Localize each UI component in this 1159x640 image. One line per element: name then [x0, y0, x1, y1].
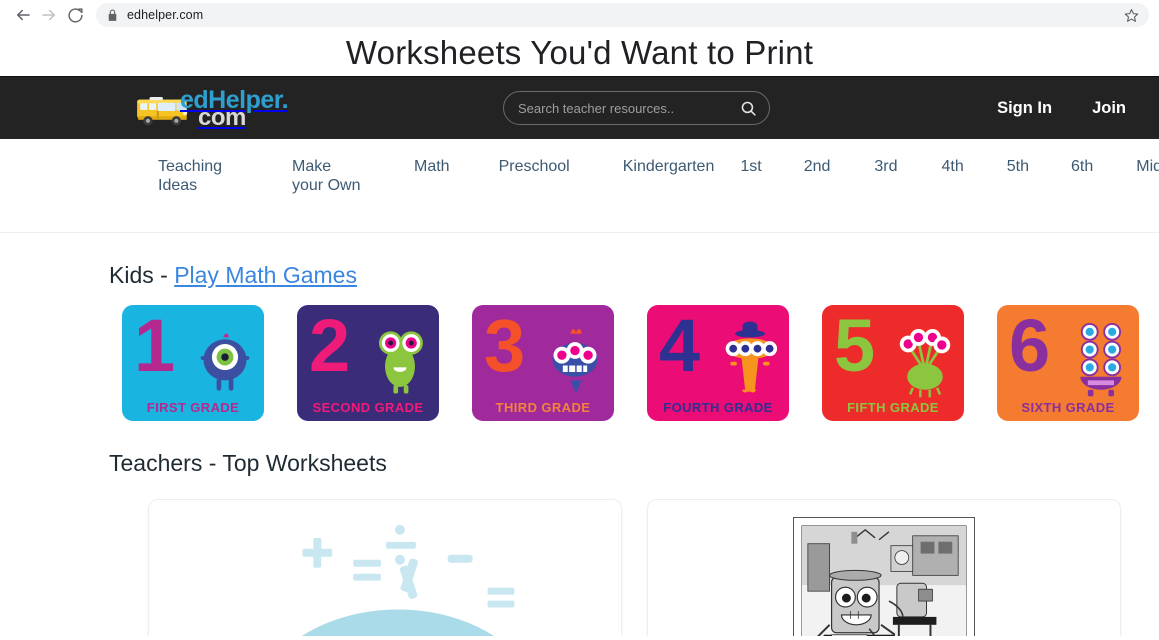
worksheet-card-row: My Name: New Version Skip 3 Pages! Chall…: [148, 499, 1159, 636]
forward-button[interactable]: [36, 2, 62, 28]
nav-item-3rd[interactable]: 3rd: [874, 158, 897, 177]
search-box[interactable]: [503, 91, 770, 125]
robot-worksheet-illustration: [794, 518, 974, 636]
search-input[interactable]: [504, 100, 735, 116]
grade-number: 6: [1009, 305, 1051, 387]
grade-number: 3: [484, 305, 526, 387]
site-logo[interactable]: edHelper. com: [134, 84, 289, 132]
back-button[interactable]: [10, 2, 36, 28]
join-link[interactable]: Join: [1092, 99, 1126, 118]
site-header: edHelper. com Sign In Join: [0, 76, 1159, 139]
lock-icon: [108, 9, 117, 21]
nav-item-5th[interactable]: 5th: [1007, 158, 1029, 177]
nav-item-preschool[interactable]: Preschool: [499, 158, 570, 177]
nav-item-middle-school[interactable]: Middle School: [1136, 158, 1159, 177]
grade-number: 4: [659, 305, 701, 387]
grade-monster-icon: [1080, 322, 1122, 397]
grade-card-first-grade[interactable]: 1 FIRST GRADE: [122, 305, 264, 421]
nav-item-teaching-ideas[interactable]: Teaching Ideas: [158, 158, 228, 195]
grade-card-sixth-grade[interactable]: 6 SIXTH GRADE: [997, 305, 1139, 421]
worksheet-card-preview[interactable]: My Name: New Version Skip 3 Pages! Chall…: [647, 499, 1121, 636]
page-title: Worksheets You'd Want to Print: [345, 34, 814, 71]
nav-item-2nd[interactable]: 2nd: [804, 158, 831, 177]
grade-card-row: 1 FIRST GRADE 2 SECOND GRADE 3 THIRD GRADE…: [122, 305, 1159, 421]
url-text: edhelper.com: [127, 8, 204, 22]
grade-card-third-grade[interactable]: 3 THIRD GRADE: [472, 305, 614, 421]
sign-in-link[interactable]: Sign In: [997, 99, 1052, 118]
teachers-section-title: Teachers - Top Worksheets: [109, 450, 387, 476]
play-math-games-link[interactable]: Play Math Games: [174, 262, 357, 288]
page-title-band: Worksheets You'd Want to Print: [0, 30, 1159, 76]
worksheet-card-illustration[interactable]: [148, 499, 622, 636]
kids-section-title: Kids - Play Math Games: [109, 262, 1159, 289]
grade-monster-icon: [552, 328, 598, 394]
grade-monster-icon: [200, 333, 250, 391]
search-button[interactable]: [735, 92, 769, 124]
grade-number: 5: [834, 305, 876, 387]
grade-card-fourth-grade[interactable]: 4 FOURTH GRADE: [647, 305, 789, 421]
worksheet-sheet: My Name: New Version Skip 3 Pages! Chall…: [793, 517, 975, 636]
header-actions: Sign In Join: [997, 99, 1126, 118]
grade-label: SECOND GRADE: [312, 400, 424, 415]
nav-item-6th[interactable]: 6th: [1071, 158, 1093, 177]
grade-number: 2: [309, 305, 351, 387]
grade-number: 1: [134, 305, 176, 387]
math-illustration: [149, 500, 621, 636]
grade-monster-icon: [378, 331, 423, 394]
nav-item-math[interactable]: Math: [414, 158, 450, 177]
kids-section-title-static: Kids -: [109, 262, 175, 288]
address-bar[interactable]: edhelper.com: [96, 3, 1149, 27]
page-content: Kids - Play Math Games 1 FIRST GRADE 2 SE…: [0, 232, 1159, 636]
grade-label: THIRD GRADE: [495, 400, 591, 415]
browser-toolbar: edhelper.com: [0, 0, 1159, 30]
grade-card-second-grade[interactable]: 2 SECOND GRADE: [297, 305, 439, 421]
logo-wordmark: edHelper. com: [180, 87, 289, 132]
grade-label: SIXTH GRADE: [1021, 400, 1115, 415]
nav-item-make-your-own[interactable]: Make your Own: [292, 158, 362, 195]
grade-monster-icon: [899, 329, 951, 398]
nav-item-1st[interactable]: 1st: [740, 158, 761, 177]
grade-label: FOURTH GRADE: [663, 400, 773, 415]
reload-button[interactable]: [62, 2, 88, 28]
grade-label: FIFTH GRADE: [847, 400, 939, 415]
grade-monster-icon: [725, 321, 778, 393]
grade-label: FIRST GRADE: [146, 400, 240, 415]
search-icon: [741, 101, 756, 116]
nav-item-kindergarten[interactable]: Kindergarten: [623, 158, 715, 177]
nav-item-4th[interactable]: 4th: [942, 158, 964, 177]
grade-card-fifth-grade[interactable]: 5 FIFTH GRADE: [822, 305, 964, 421]
bookmark-star-icon[interactable]: [1124, 8, 1139, 23]
main-navigation: Teaching Ideas Make your Own Math Preschool…: [0, 139, 1159, 232]
